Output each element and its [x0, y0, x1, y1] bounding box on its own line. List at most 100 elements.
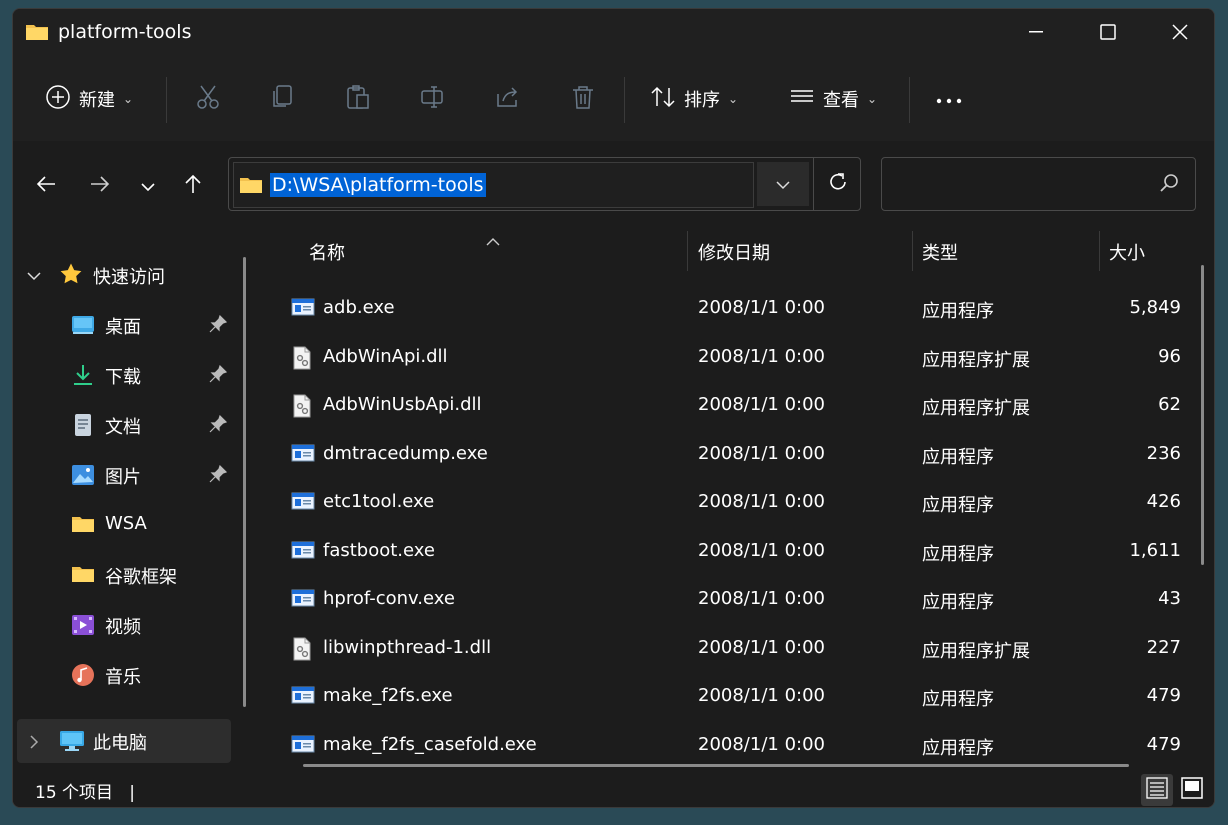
sidebar-item-videos[interactable]: 视频 [13, 603, 243, 647]
details-view-button[interactable] [1141, 774, 1173, 806]
table-row[interactable]: fastboot.exe 2008/1/1 0:00 应用程序 1,611 [261, 528, 1191, 576]
sidebar-item-quick-access[interactable]: 快速访问 [13, 253, 243, 297]
new-label: 新建 [79, 90, 115, 111]
pin-icon [209, 364, 228, 388]
file-name: fastboot.exe [323, 539, 435, 561]
column-header-name[interactable]: 名称 [309, 227, 345, 277]
table-row[interactable]: adb.exe 2008/1/1 0:00 应用程序 5,849 [261, 285, 1191, 333]
dll-file-icon [291, 394, 313, 422]
sidebar-item-this-pc[interactable]: 此电脑 [17, 719, 231, 763]
file-type: 应用程序扩展 [922, 640, 1030, 662]
search-icon [1159, 173, 1179, 197]
column-divider[interactable] [912, 231, 913, 271]
back-button[interactable] [29, 171, 63, 201]
share-button[interactable] [495, 81, 521, 117]
large-icons-view-button[interactable] [1176, 774, 1208, 806]
table-row[interactable]: hprof-conv.exe 2008/1/1 0:00 应用程序 43 [261, 576, 1191, 624]
delete-button[interactable] [570, 81, 596, 117]
column-date-label: 修改日期 [698, 243, 770, 264]
sidebar-item-label: 图片 [105, 467, 141, 488]
copy-button[interactable] [270, 81, 296, 117]
refresh-button[interactable] [813, 158, 862, 210]
search-input[interactable] [890, 168, 1144, 200]
sidebar-item-wsa[interactable]: WSA [13, 503, 243, 547]
view-button[interactable]: 查看 ⌄ [789, 81, 877, 117]
maximize-button[interactable] [1073, 9, 1143, 55]
sidebar-item-music[interactable]: 音乐 [13, 653, 243, 697]
file-list: 名称 修改日期 类型 大小 adb.exe 2008/1/1 0:00 应用程序 5,… [261, 227, 1214, 772]
sidebar-item-label: 音乐 [105, 667, 141, 688]
forward-button[interactable] [83, 171, 117, 201]
pin-icon [209, 414, 228, 438]
application-icon [291, 491, 315, 515]
table-row[interactable]: make_f2fs_casefold.exe 2008/1/1 0:00 应用程序 4… [261, 722, 1191, 770]
sidebar-scrollbar[interactable] [243, 257, 246, 707]
minimize-button[interactable] [1001, 9, 1071, 55]
table-row[interactable]: etc1tool.exe 2008/1/1 0:00 应用程序 426 [261, 479, 1191, 527]
file-size: 227 [1146, 636, 1181, 658]
sidebar-item-desktop[interactable]: 桌面 [13, 303, 243, 347]
file-size: 426 [1146, 491, 1181, 512]
more-button[interactable] [935, 81, 963, 117]
sidebar-item-documents[interactable]: 文档 [13, 403, 243, 447]
sidebar-item-downloads[interactable]: 下载 [13, 353, 243, 397]
table-row[interactable]: AdbWinApi.dll 2008/1/1 0:00 应用程序扩展 96 [261, 334, 1191, 382]
sort-icon [650, 84, 676, 115]
column-divider[interactable] [1099, 231, 1100, 271]
table-row[interactable]: dmtracedump.exe 2008/1/1 0:00 应用程序 236 [261, 431, 1191, 479]
application-icon [291, 588, 315, 612]
column-header-type[interactable]: 类型 [922, 227, 958, 277]
sidebar-item-google-framework[interactable]: 谷歌框架 [13, 553, 243, 597]
address-history-dropdown[interactable] [757, 162, 809, 206]
cut-button[interactable] [195, 81, 221, 117]
view-lines-icon [789, 84, 815, 115]
file-type: 应用程序扩展 [922, 398, 1030, 419]
arrow-left-icon [36, 175, 56, 197]
file-date: 2008/1/1 0:00 [698, 588, 825, 609]
sort-button[interactable]: 排序 ⌄ [650, 81, 738, 117]
chevron-down-icon: ⌄ [123, 92, 134, 106]
sidebar-item-label: 下载 [105, 367, 141, 388]
column-header-date[interactable]: 修改日期 [698, 227, 770, 277]
title-bar: platform-tools [13, 9, 1214, 57]
navigation-pane: 快速访问 桌面 下载 文档 图片 WSA 谷歌框架 视频 音乐 此电脑 [13, 227, 253, 772]
chevron-right-icon [29, 733, 39, 754]
this-pc-label: 此电脑 [93, 733, 147, 754]
file-date: 2008/1/1 0:00 [698, 442, 825, 464]
table-row[interactable]: AdbWinUsbApi.dll 2008/1/1 0:00 应用程序扩展 62 [261, 382, 1191, 430]
more-icon [935, 89, 963, 110]
up-button[interactable] [176, 171, 210, 201]
column-header-size[interactable]: 大小 [1109, 227, 1145, 277]
file-type: 应用程序扩展 [922, 349, 1030, 371]
file-list-horizontal-scrollbar[interactable] [303, 764, 1129, 767]
chevron-down-icon [776, 175, 790, 194]
file-name: AdbWinUsbApi.dll [323, 394, 482, 415]
paste-button[interactable] [345, 81, 371, 117]
address-bar[interactable]: D:\WSA\platform-tools [228, 157, 861, 211]
folder-icon [71, 563, 95, 587]
address-path[interactable]: D:\WSA\platform-tools [270, 173, 486, 197]
new-button[interactable]: 新建 ⌄ [45, 81, 133, 117]
recent-locations-button[interactable] [131, 171, 165, 201]
rename-icon [420, 84, 446, 115]
file-list-vertical-scrollbar[interactable] [1201, 265, 1204, 565]
column-divider[interactable] [687, 231, 688, 271]
file-name: adb.exe [323, 297, 395, 318]
rename-button[interactable] [420, 81, 446, 117]
download-icon [71, 363, 95, 387]
table-row[interactable]: libwinpthread-1.dll 2008/1/1 0:00 应用程序扩展 22… [261, 625, 1191, 673]
sidebar-item-pictures[interactable]: 图片 [13, 453, 243, 497]
star-icon [59, 262, 83, 291]
table-row[interactable]: make_f2fs.exe 2008/1/1 0:00 应用程序 479 [261, 673, 1191, 721]
sidebar-item-label: 文档 [105, 417, 141, 438]
address-input[interactable]: D:\WSA\platform-tools [233, 162, 754, 208]
search-box[interactable] [881, 157, 1196, 211]
file-date: 2008/1/1 0:00 [698, 539, 825, 561]
application-icon [291, 297, 315, 321]
refresh-icon [827, 171, 849, 197]
chevron-down-icon: ⌄ [867, 92, 878, 106]
view-label: 查看 [823, 90, 859, 111]
close-button[interactable] [1145, 9, 1214, 55]
folder-icon [238, 175, 264, 199]
file-name: dmtracedump.exe [323, 442, 488, 464]
